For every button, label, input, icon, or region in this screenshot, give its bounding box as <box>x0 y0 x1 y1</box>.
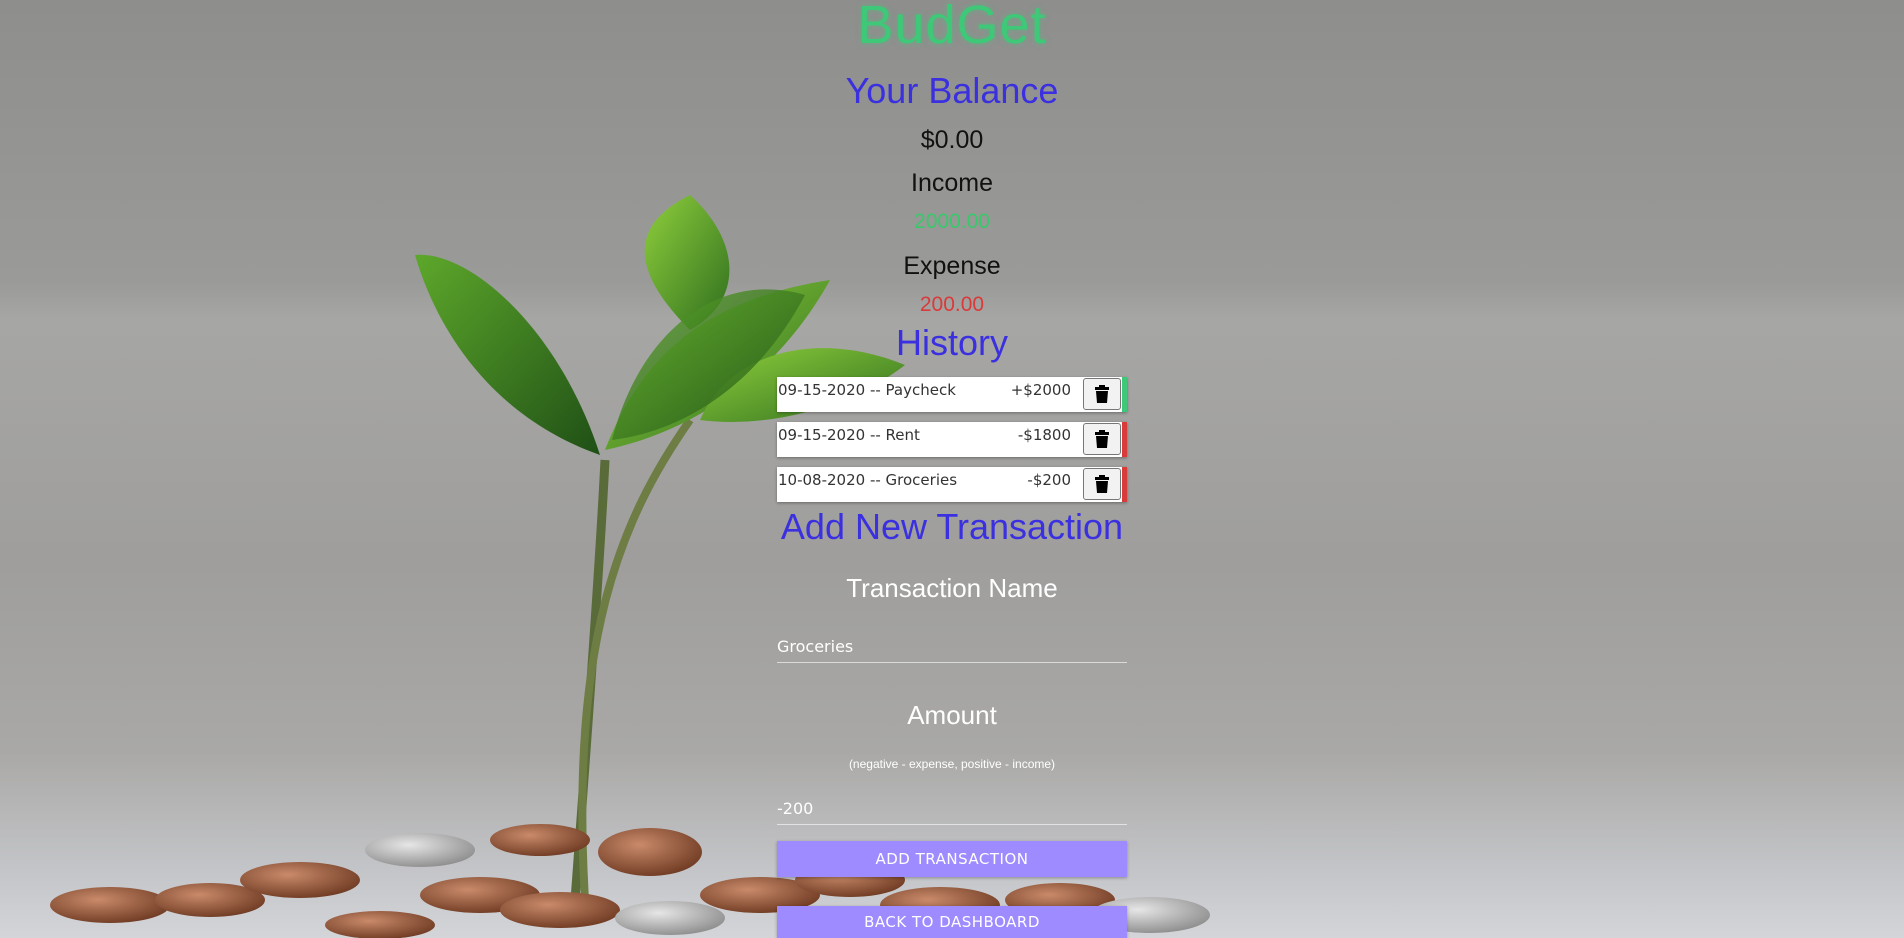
add-transaction-button[interactable]: ADD TRANSACTION <box>777 841 1127 877</box>
amount-hint: (negative - expense, positive - income) <box>848 757 1056 771</box>
delete-transaction-button[interactable] <box>1083 423 1121 455</box>
back-to-dashboard-button[interactable]: BACK TO DASHBOARD <box>777 906 1127 938</box>
amount-input[interactable] <box>777 792 1127 825</box>
income-indicator <box>1122 377 1127 412</box>
expense-label: Expense <box>903 252 1001 280</box>
balance-value: $0.00 <box>920 126 984 154</box>
transaction-item-rent: 09-15-2020 -- Rent -$1800 <box>777 422 1127 457</box>
transaction-name: 09-15-2020 -- Paycheck <box>778 381 956 399</box>
trash-icon <box>1095 385 1109 403</box>
transaction-amount: +$2000 <box>1010 381 1071 399</box>
transaction-item-paycheck: 09-15-2020 -- Paycheck +$2000 <box>777 377 1127 412</box>
amount-label: Amount <box>907 700 997 730</box>
trash-icon <box>1095 475 1109 493</box>
history-heading: History <box>895 322 1008 363</box>
add-transaction-heading: Add New Transaction <box>780 506 1124 547</box>
balance-heading: Your Balance <box>845 70 1059 111</box>
transaction-amount: -$1800 <box>1017 426 1071 444</box>
transaction-item-groceries: 10-08-2020 -- Groceries -$200 <box>777 467 1127 502</box>
transaction-name: 10-08-2020 -- Groceries <box>778 471 958 489</box>
transaction-name: 09-15-2020 -- Rent <box>778 426 920 444</box>
transaction-name-label: Transaction Name <box>846 573 1058 603</box>
expense-indicator <box>1122 467 1127 502</box>
trash-icon <box>1095 430 1109 448</box>
delete-transaction-button[interactable] <box>1083 468 1121 500</box>
app-title: BudGet <box>857 0 1047 55</box>
transaction-name-input[interactable] <box>777 630 1127 663</box>
expense-indicator <box>1122 422 1127 457</box>
income-value: 2000.00 <box>914 210 990 233</box>
expense-value: 200.00 <box>919 293 985 316</box>
income-label: Income <box>911 169 993 197</box>
transaction-amount: -$200 <box>1027 471 1071 489</box>
delete-transaction-button[interactable] <box>1083 378 1121 410</box>
